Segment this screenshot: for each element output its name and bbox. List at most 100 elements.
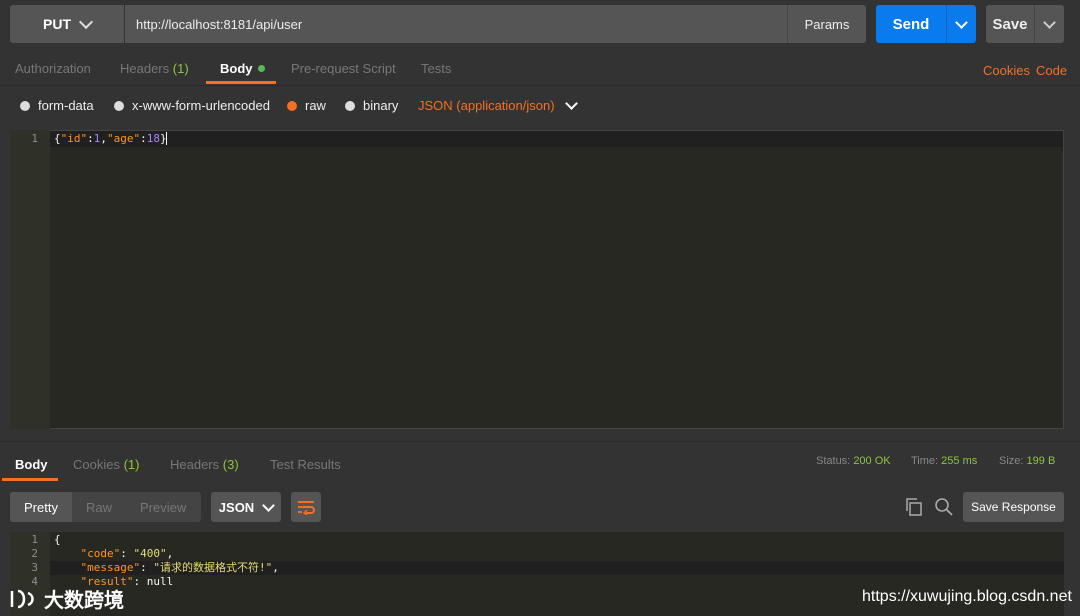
content-type-select[interactable]: JSON (application/json) <box>418 97 578 113</box>
code-token: "请求的数据格式不符!" <box>153 561 273 574</box>
code-token: : <box>140 561 154 574</box>
code-token: "code" <box>54 547 121 560</box>
cookies-link[interactable]: Cookies <box>983 63 1030 78</box>
radio-urlencoded[interactable]: x-www-form-urlencoded <box>114 98 270 113</box>
chevron-down-icon <box>262 498 276 512</box>
status-value: 200 OK <box>853 455 891 467</box>
send-button[interactable]: Send <box>876 5 946 43</box>
divider <box>0 85 1080 86</box>
method-label: PUT <box>43 16 71 32</box>
code-token: : <box>87 132 94 145</box>
radio-on-icon <box>287 100 297 111</box>
watermark-logo-text: 大数跨境 <box>44 590 124 612</box>
line-number: 3 <box>31 561 38 574</box>
code-token: , <box>272 561 279 574</box>
radio-form-data[interactable]: form-data <box>20 98 94 113</box>
url-input[interactable]: http://localhost:8181/api/user <box>125 5 787 43</box>
tab-headers-label: Headers <box>120 61 170 76</box>
time-info: Time: 255 ms <box>911 455 977 467</box>
response-line: 2 "code": "400", <box>10 547 279 561</box>
active-tab-indicator <box>2 478 58 481</box>
code-token: "message" <box>54 561 141 574</box>
tab-headers-count: (1) <box>172 61 189 76</box>
save-button[interactable]: Save <box>986 5 1034 43</box>
view-raw-button[interactable]: Raw <box>72 500 126 515</box>
response-line-text: { <box>54 533 61 547</box>
response-tab-cookies-label: Cookies <box>73 457 120 472</box>
time-value: 255 ms <box>941 455 978 467</box>
text-cursor <box>166 132 167 145</box>
response-format-select[interactable]: JSON <box>211 492 281 522</box>
size-value: 199 B <box>1026 455 1056 467</box>
divider <box>0 441 1080 442</box>
watermark-logo: 大数跨境 <box>8 584 124 613</box>
code-token: null <box>146 575 174 588</box>
radio-off-icon <box>345 100 355 111</box>
radio-raw[interactable]: raw <box>287 98 326 113</box>
code-token: { <box>54 533 61 546</box>
search-icon[interactable] <box>934 497 954 520</box>
tab-body-label: Body <box>220 61 253 76</box>
code-token: "age" <box>107 132 141 145</box>
tab-prerequest-script[interactable]: Pre-request Script <box>291 61 396 76</box>
save-dropdown-button[interactable] <box>1034 5 1064 43</box>
tab-body[interactable]: Body <box>220 61 265 76</box>
view-pretty-button[interactable]: Pretty <box>10 492 72 522</box>
response-line-text: "code": "400", <box>54 547 173 561</box>
params-button[interactable]: Params <box>787 5 866 43</box>
response-tab-cookies[interactable]: Cookies (1) <box>73 457 139 472</box>
tab-tests[interactable]: Tests <box>421 61 451 76</box>
response-tab-cookies-count: (1) <box>123 457 140 472</box>
body-modified-dot-icon <box>257 65 265 73</box>
response-line: 3 "message": "请求的数据格式不符!", <box>10 561 279 575</box>
response-tab-headers-count: (3) <box>222 457 239 472</box>
radio-off-icon <box>20 100 30 111</box>
tab-headers[interactable]: Headers (1) <box>120 61 189 76</box>
send-dropdown-button[interactable] <box>946 5 976 43</box>
editor-line[interactable]: {"id":1,"age":18} <box>54 132 167 145</box>
code-link[interactable]: Code <box>1036 63 1067 78</box>
line-number: 2 <box>31 547 38 560</box>
tab-authorization[interactable]: Authorization <box>15 61 91 76</box>
response-tab-body[interactable]: Body <box>15 457 48 472</box>
radio-urlencoded-label: x-www-form-urlencoded <box>132 98 270 113</box>
request-body-editor[interactable] <box>10 130 1064 429</box>
wrap-lines-button[interactable] <box>291 492 321 522</box>
copy-icon[interactable] <box>904 497 924 520</box>
chevron-down-icon <box>1043 15 1056 29</box>
code-token: { <box>54 132 61 145</box>
code-token: "id" <box>60 132 88 145</box>
code-token: "400" <box>133 547 167 560</box>
time-label: Time: <box>911 455 939 467</box>
line-number: 1 <box>31 533 38 546</box>
size-label: Size: <box>999 455 1024 467</box>
code-token: , <box>166 547 174 560</box>
chevron-down-icon <box>955 15 968 29</box>
radio-binary-label: binary <box>363 98 399 113</box>
response-tab-headers[interactable]: Headers (3) <box>170 457 239 472</box>
radio-form-data-label: form-data <box>38 98 94 113</box>
response-line-text: "message": "请求的数据格式不符!", <box>54 561 279 575</box>
wrap-lines-icon <box>298 501 315 515</box>
response-line: 1{ <box>10 533 279 547</box>
response-lines: 1{2 "code": "400", 3 "message": "请求的数据格式不… <box>10 533 279 589</box>
editor-active-line <box>50 131 1063 147</box>
active-tab-indicator <box>206 81 276 84</box>
radio-binary[interactable]: binary <box>345 98 398 113</box>
response-tab-test-results[interactable]: Test Results <box>270 457 341 472</box>
editor-gutter <box>10 130 50 429</box>
code-token: 18 <box>146 132 160 145</box>
chevron-down-icon <box>78 14 94 29</box>
response-format-label: JSON <box>218 499 255 515</box>
status-info: Status: 200 OK <box>816 455 891 467</box>
code-token: : <box>120 547 134 560</box>
size-info: Size: 199 B <box>999 455 1055 467</box>
chevron-down-icon <box>564 97 578 110</box>
save-response-button[interactable]: Save Response <box>963 492 1064 522</box>
status-label: Status: <box>816 455 851 467</box>
content-type-label: JSON (application/json) <box>418 98 555 113</box>
method-select[interactable]: PUT <box>10 5 124 43</box>
view-preview-button[interactable]: Preview <box>126 500 200 515</box>
code-token: , <box>100 132 107 145</box>
radio-off-icon <box>114 100 124 111</box>
